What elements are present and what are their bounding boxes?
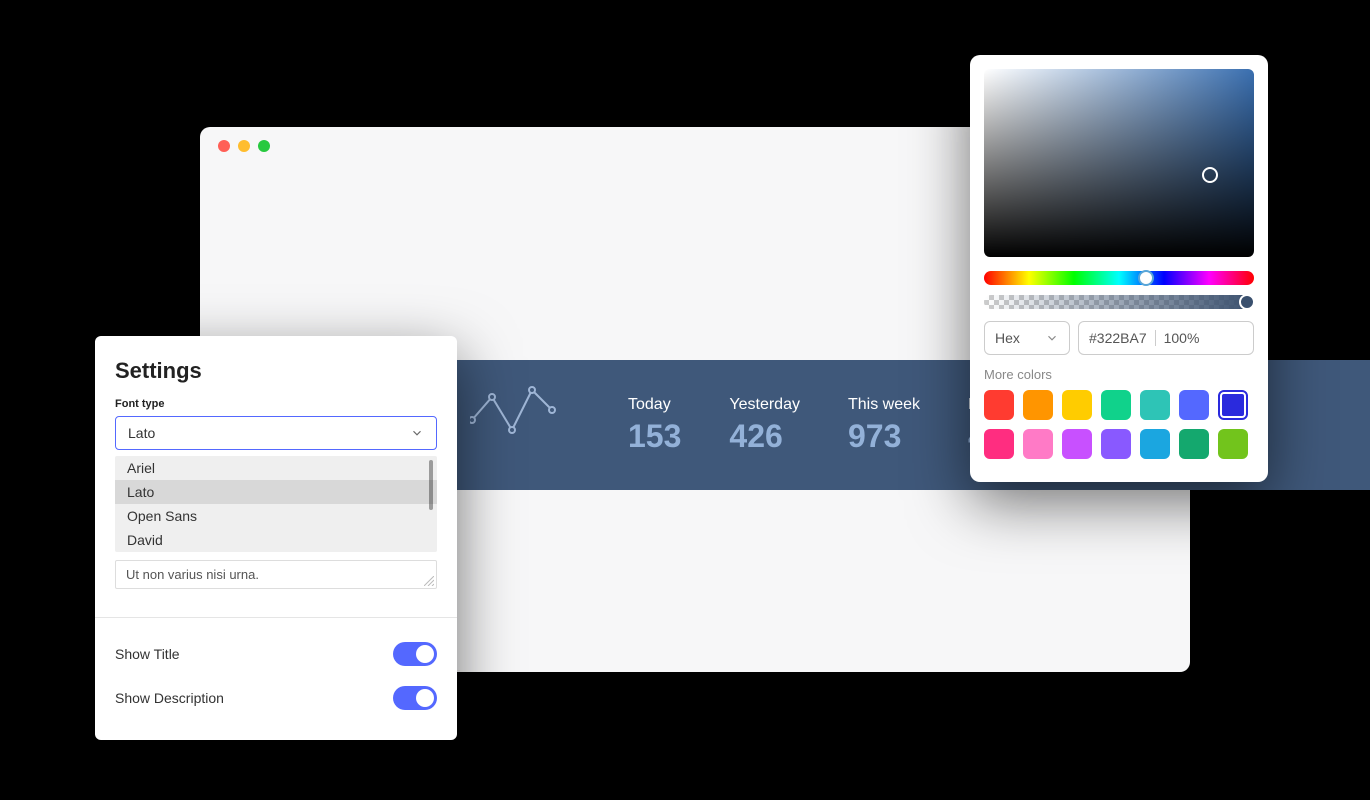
opacity-slider[interactable] bbox=[984, 295, 1254, 309]
hue-slider-handle[interactable] bbox=[1138, 270, 1154, 286]
color-swatch[interactable] bbox=[1218, 429, 1248, 459]
stat-today: Today 153 bbox=[628, 396, 681, 455]
color-swatch[interactable] bbox=[984, 390, 1014, 420]
font-option-ariel[interactable]: Ariel bbox=[115, 456, 437, 480]
color-swatch[interactable] bbox=[1179, 390, 1209, 420]
stat-label: Yesterday bbox=[729, 396, 800, 414]
resize-handle-icon[interactable] bbox=[424, 576, 434, 586]
color-swatch[interactable] bbox=[1179, 429, 1209, 459]
close-window-icon[interactable] bbox=[218, 140, 230, 152]
toggle-knob bbox=[416, 689, 434, 707]
font-type-selected-value: Lato bbox=[128, 425, 155, 441]
minimize-window-icon[interactable] bbox=[238, 140, 250, 152]
gradient-cursor[interactable] bbox=[1202, 167, 1218, 183]
color-swatch[interactable] bbox=[1101, 390, 1131, 420]
show-title-label: Show Title bbox=[115, 646, 180, 662]
color-swatch[interactable] bbox=[1023, 429, 1053, 459]
hex-value: #322BA7 bbox=[1089, 330, 1147, 346]
show-title-row: Show Title bbox=[115, 632, 437, 676]
description-textarea[interactable]: Ut non varius nisi urna. bbox=[115, 560, 437, 589]
stat-value: 426 bbox=[729, 418, 800, 455]
color-swatch[interactable] bbox=[1140, 390, 1170, 420]
font-option-lato[interactable]: Lato bbox=[115, 480, 437, 504]
sparkline-icon bbox=[470, 385, 560, 445]
stat-yesterday: Yesterday 426 bbox=[729, 396, 800, 455]
settings-title: Settings bbox=[115, 358, 437, 384]
color-picker-panel: Hex #322BA7 100% More colors bbox=[970, 55, 1268, 482]
font-type-label: Font type bbox=[115, 398, 437, 410]
color-swatch[interactable] bbox=[1101, 429, 1131, 459]
chevron-down-icon bbox=[410, 426, 424, 440]
color-value-input[interactable]: #322BA7 100% bbox=[1078, 321, 1254, 355]
color-format-value: Hex bbox=[995, 330, 1020, 346]
chevron-down-icon bbox=[1045, 331, 1059, 345]
color-gradient-area[interactable] bbox=[984, 69, 1254, 257]
swatch-row-1 bbox=[984, 390, 1254, 420]
divider bbox=[1155, 330, 1156, 346]
stat-this-week: This week 973 bbox=[848, 396, 920, 455]
show-description-row: Show Description bbox=[115, 676, 437, 720]
show-title-toggle[interactable] bbox=[393, 642, 437, 666]
stat-value: 153 bbox=[628, 418, 681, 455]
hue-slider[interactable] bbox=[984, 271, 1254, 285]
show-description-label: Show Description bbox=[115, 690, 224, 706]
toggle-knob bbox=[416, 645, 434, 663]
font-type-select[interactable]: Lato bbox=[115, 416, 437, 450]
stat-value: 973 bbox=[848, 418, 920, 455]
stat-label: Today bbox=[628, 396, 681, 414]
font-option-david[interactable]: David bbox=[115, 528, 437, 552]
color-swatch[interactable] bbox=[1062, 429, 1092, 459]
stat-label: This week bbox=[848, 396, 920, 414]
color-swatch[interactable] bbox=[1140, 429, 1170, 459]
font-option-opensans[interactable]: Open Sans bbox=[115, 504, 437, 528]
color-swatch[interactable] bbox=[984, 429, 1014, 459]
color-format-select[interactable]: Hex bbox=[984, 321, 1070, 355]
maximize-window-icon[interactable] bbox=[258, 140, 270, 152]
color-swatch[interactable] bbox=[1023, 390, 1053, 420]
swatch-row-2 bbox=[984, 429, 1254, 459]
settings-panel: Settings Font type Lato Ariel Lato Open … bbox=[95, 336, 457, 740]
opacity-slider-handle[interactable] bbox=[1239, 294, 1255, 310]
description-value: Ut non varius nisi urna. bbox=[126, 567, 259, 582]
color-swatch[interactable] bbox=[1062, 390, 1092, 420]
more-colors-label: More colors bbox=[984, 367, 1254, 382]
show-description-toggle[interactable] bbox=[393, 686, 437, 710]
opacity-value: 100% bbox=[1164, 330, 1200, 346]
dropdown-scrollbar[interactable] bbox=[429, 460, 433, 510]
font-type-dropdown: Ariel Lato Open Sans David bbox=[115, 456, 437, 552]
color-swatch[interactable] bbox=[1218, 390, 1248, 420]
